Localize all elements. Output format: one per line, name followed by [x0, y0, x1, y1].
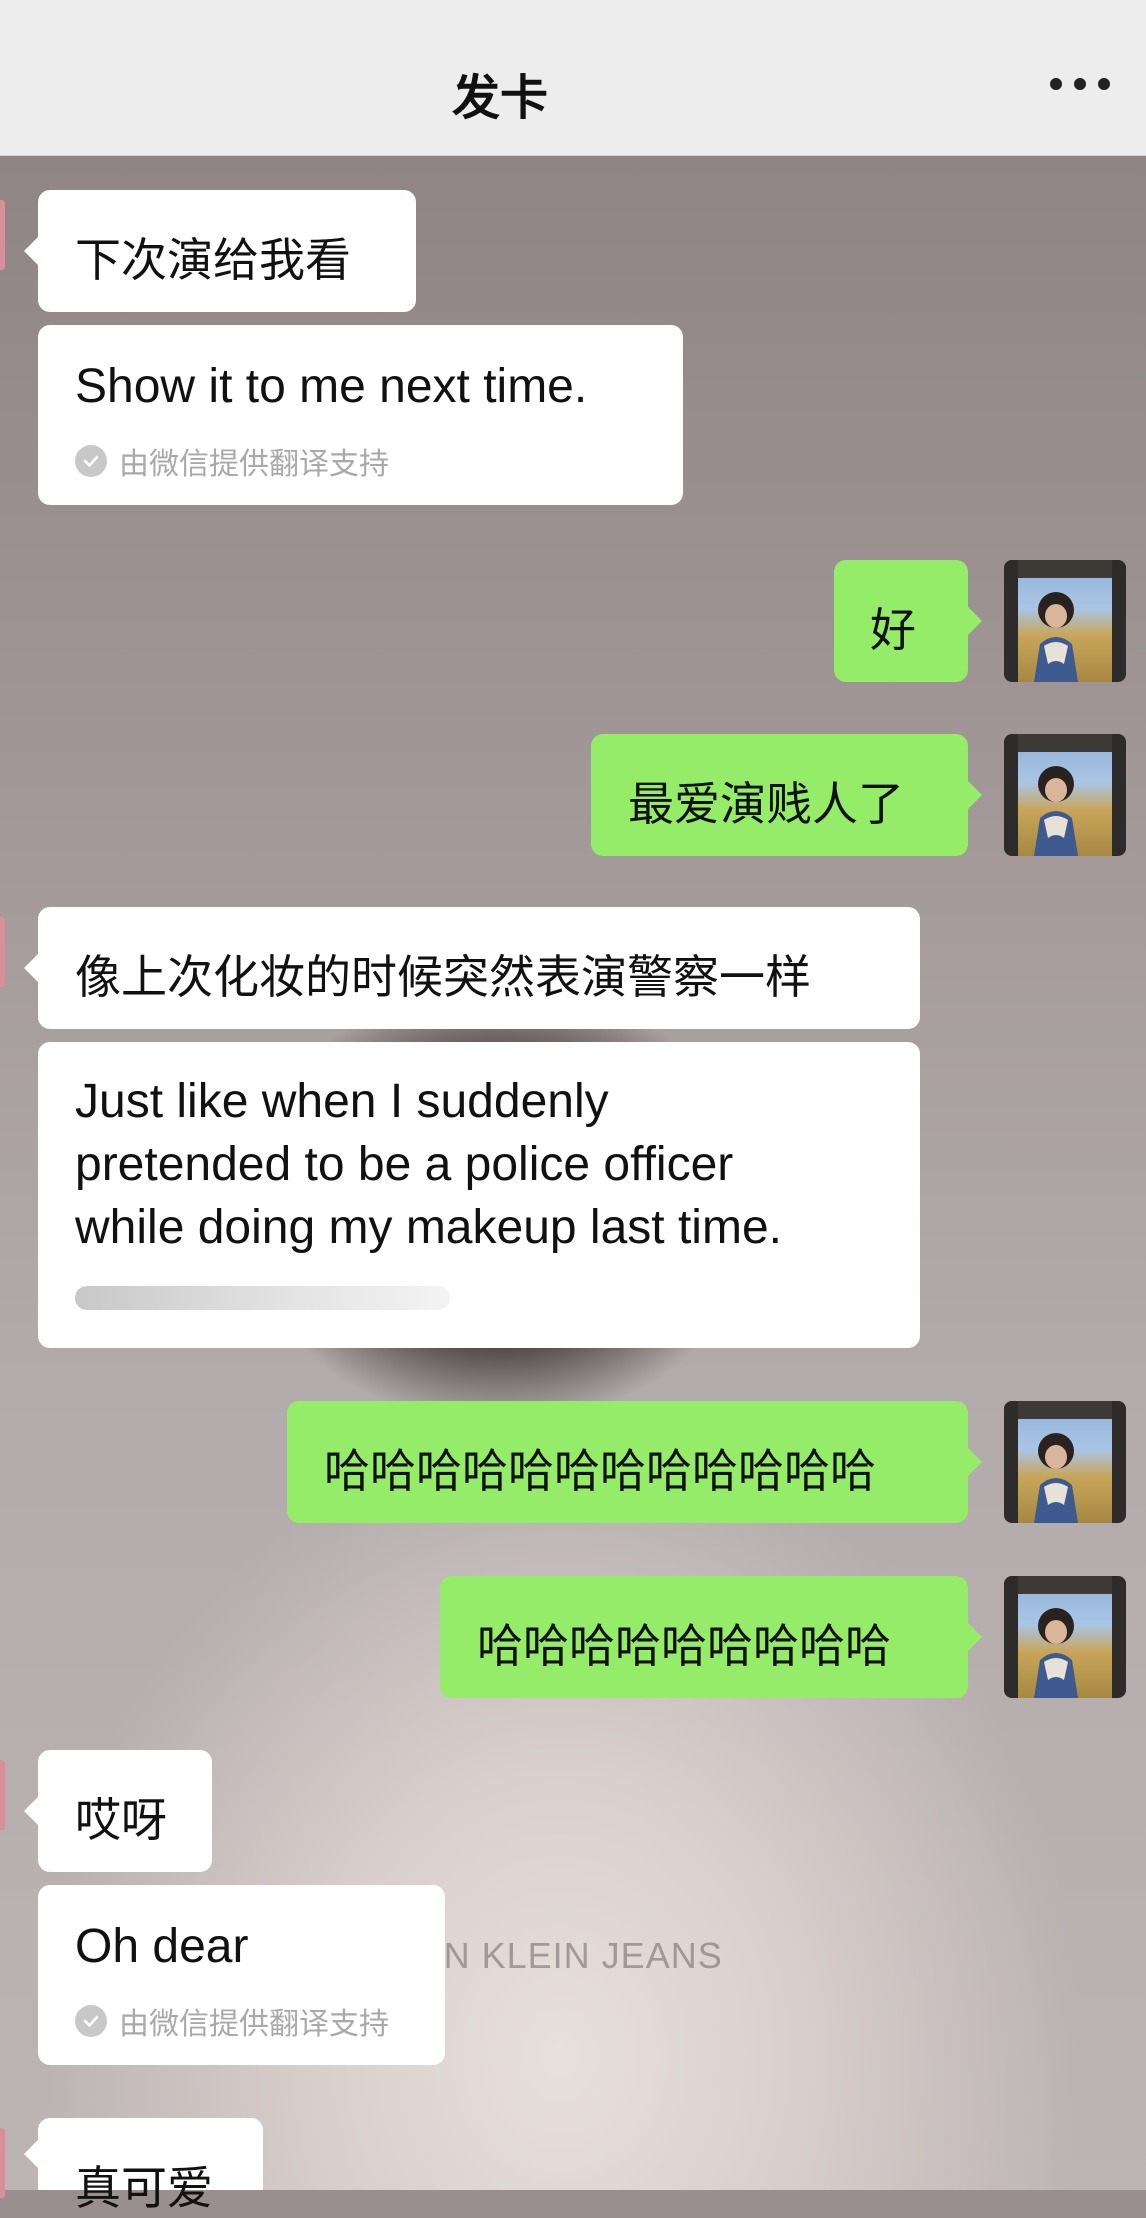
message-bubble-incoming[interactable]: 哎呀 [24, 1750, 212, 1872]
translation-text: Show it to me next time. [75, 360, 588, 413]
message-text: 哎呀 [75, 1793, 167, 1847]
check-icon [75, 2005, 107, 2037]
check-icon [75, 445, 107, 477]
translation-text: Oh dear [75, 1920, 249, 1973]
translation-bubble[interactable]: Show it to me next time. 由微信提供翻译支持 [38, 325, 683, 505]
translation-note: 由微信提供翻译支持 [119, 2007, 389, 2042]
message-text: 真可爱 [75, 2161, 213, 2215]
avatar-edge [0, 1760, 5, 1830]
translation-bubble[interactable]: Just like when I suddenly pretended to b… [38, 1042, 920, 1348]
message-bubble-outgoing[interactable]: 哈哈哈哈哈哈哈哈哈 [440, 1576, 982, 1698]
message-text: 哈哈哈哈哈哈哈哈哈 [477, 1619, 891, 1673]
message-bubble-outgoing[interactable]: 好 [834, 560, 982, 682]
translation-loading-bar [75, 1286, 450, 1310]
message-text: 最爱演贱人了 [628, 777, 904, 831]
navigation-bar: 发卡 [0, 0, 1146, 156]
more-options-icon[interactable] [1050, 76, 1110, 92]
message-text: 哈哈哈哈哈哈哈哈哈哈哈哈 [324, 1444, 876, 1498]
message-bubble-incoming[interactable]: 像上次化妆的时候突然表演警察一样 [24, 907, 920, 1029]
translation-note: 由微信提供翻译支持 [119, 447, 389, 482]
translation-line: pretended to be a police officer [75, 1138, 734, 1191]
avatar-edge [0, 2128, 5, 2198]
message-bubble-outgoing[interactable]: 最爱演贱人了 [591, 734, 982, 856]
message-text: 像上次化妆的时候突然表演警察一样 [75, 950, 811, 1004]
avatar-edge [0, 917, 5, 987]
translation-credit: 由微信提供翻译支持 [75, 1999, 389, 2043]
avatar-edge [0, 200, 5, 270]
translation-line: while doing my makeup last time. [75, 1201, 782, 1254]
user-avatar[interactable] [1004, 1401, 1126, 1523]
message-bubble-incoming[interactable]: 真可爱 [24, 2118, 263, 2215]
translation-text-block: Just like when I suddenly pretended to b… [75, 1070, 782, 1259]
chat-title: 发卡 [451, 70, 548, 126]
message-text: 下次演给我看 [75, 233, 351, 287]
message-bubble-incoming[interactable]: 下次演给我看 [24, 190, 416, 312]
translation-credit: 由微信提供翻译支持 [75, 439, 389, 483]
message-text: 好 [870, 603, 916, 657]
translation-line: Just like when I suddenly [75, 1075, 609, 1128]
translation-bubble[interactable]: Oh dear 由微信提供翻译支持 [38, 1885, 445, 2065]
message-bubble-outgoing[interactable]: 哈哈哈哈哈哈哈哈哈哈哈哈 [287, 1401, 982, 1523]
user-avatar[interactable] [1004, 560, 1126, 682]
user-avatar[interactable] [1004, 734, 1126, 856]
user-avatar[interactable] [1004, 1576, 1126, 1698]
